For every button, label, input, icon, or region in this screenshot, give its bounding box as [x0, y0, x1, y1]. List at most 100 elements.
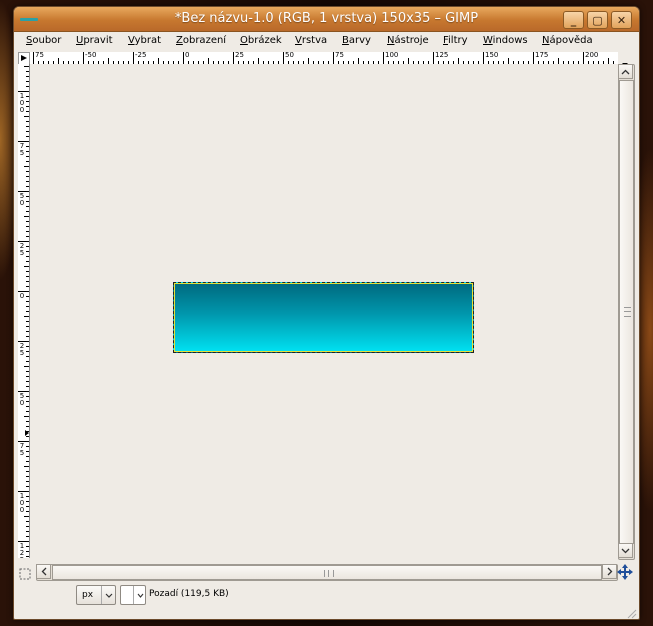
- vertical-ruler[interactable]: 100 75 50 25 0 25 50 75 100 125: [18, 64, 30, 558]
- ruler-minor-tick: [26, 201, 29, 202]
- ruler-label: 25: [19, 242, 25, 257]
- vertical-scroll-thumb[interactable]: [619, 80, 634, 544]
- menu-upravit[interactable]: Upravit: [76, 35, 113, 46]
- ruler-minor-tick: [24, 316, 29, 317]
- ruler-label: 0: [185, 52, 190, 59]
- ruler-minor-tick: [26, 406, 29, 407]
- resize-grip-icon[interactable]: [625, 604, 637, 619]
- layer-status-label: Pozadí (119,5 KB): [149, 589, 229, 599]
- unit-selector[interactable]: px: [76, 585, 116, 605]
- ruler-minor-tick: [26, 96, 29, 97]
- menu-soubor[interactable]: Soubor: [26, 35, 61, 46]
- horizontal-scrollbar[interactable]: [36, 564, 618, 581]
- ruler-minor-tick: [26, 286, 29, 287]
- ruler-minor-tick: [26, 271, 29, 272]
- ruler-label: 125: [435, 52, 449, 59]
- ruler-minor-tick: [26, 176, 29, 177]
- ruler-label: 25: [235, 52, 244, 59]
- ruler-minor-tick: [26, 351, 29, 352]
- ruler-minor-tick: [26, 411, 29, 412]
- ruler-minor-tick: [26, 476, 29, 477]
- ruler-major-tick: [333, 52, 334, 64]
- ruler-minor-tick: [26, 461, 29, 462]
- menu-vrstva[interactable]: Vrstva: [295, 35, 327, 46]
- vertical-grip: [624, 307, 631, 317]
- ruler-label: 75: [19, 442, 25, 457]
- scroll-up-button[interactable]: [618, 64, 633, 79]
- ruler-label: 50: [19, 392, 25, 407]
- ruler-label: 175: [535, 52, 549, 59]
- scroll-down-button[interactable]: [618, 543, 633, 558]
- menu-zobrazeni[interactable]: Zobrazení: [176, 35, 226, 46]
- close-icon: ✕: [616, 13, 627, 27]
- quick-mask-button[interactable]: [19, 565, 31, 580]
- ruler-minor-tick: [26, 331, 29, 332]
- ruler-minor-tick: [26, 136, 29, 137]
- ruler-minor-tick: [26, 346, 29, 347]
- close-button[interactable]: ✕: [611, 11, 632, 29]
- ruler-minor-tick: [26, 231, 29, 232]
- ruler-minor-tick: [24, 216, 29, 217]
- gimp-image-window: *Bez názvu-1.0 (RGB, 1 vrstva) 150x35 – …: [13, 6, 640, 620]
- ruler-minor-tick: [26, 76, 29, 77]
- ruler-minor-tick: [24, 66, 29, 67]
- menu-bar: Soubor Upravit Vybrat Zobrazení Obrázek …: [14, 32, 639, 51]
- navigate-button[interactable]: [617, 564, 633, 580]
- maximize-button[interactable]: ▢: [587, 11, 608, 29]
- ruler-major-tick: [583, 52, 584, 64]
- menu-vybrat[interactable]: Vybrat: [128, 35, 161, 46]
- ruler-label: 125: [19, 542, 25, 559]
- menu-napoveda[interactable]: Nápověda: [542, 35, 593, 46]
- ruler-minor-tick: [26, 281, 29, 282]
- scroll-left-button[interactable]: [36, 564, 51, 579]
- vertical-scrollbar[interactable]: [618, 64, 635, 560]
- ruler-minor-tick: [24, 516, 29, 517]
- navigate-icon: [617, 564, 633, 580]
- ruler-minor-tick: [26, 386, 29, 387]
- ruler-minor-tick: [26, 81, 29, 82]
- ruler-minor-tick: [26, 251, 29, 252]
- image-content[interactable]: [173, 282, 474, 353]
- menu-windows[interactable]: Windows: [483, 35, 528, 46]
- chevron-down-icon: [133, 586, 146, 604]
- ruler-minor-tick: [26, 246, 29, 247]
- scroll-right-button[interactable]: [602, 564, 617, 579]
- ruler-minor-tick: [26, 361, 29, 362]
- menu-filtry[interactable]: Filtry: [443, 35, 468, 46]
- ruler-minor-tick: [26, 146, 29, 147]
- ruler-minor-tick: [26, 396, 29, 397]
- ruler-minor-tick: [26, 261, 29, 262]
- zoom-selector[interactable]: [120, 585, 146, 605]
- ruler-minor-tick: [26, 551, 29, 552]
- minimize-button[interactable]: _: [563, 11, 584, 29]
- ruler-minor-tick: [26, 101, 29, 102]
- ruler-minor-tick: [26, 436, 29, 437]
- ruler-label: -25: [135, 52, 147, 59]
- ruler-label: 150: [485, 52, 499, 59]
- ruler-major-tick: [83, 52, 84, 64]
- ruler-minor-tick: [26, 236, 29, 237]
- menu-barvy[interactable]: Barvy: [342, 35, 371, 46]
- title-bar[interactable]: *Bez názvu-1.0 (RGB, 1 vrstva) 150x35 – …: [14, 7, 639, 32]
- ruler-minor-tick: [24, 366, 29, 367]
- ruler-minor-tick: [26, 296, 29, 297]
- ruler-minor-tick: [26, 206, 29, 207]
- ruler-minor-tick: [26, 511, 29, 512]
- horizontal-scroll-thumb[interactable]: [52, 565, 602, 580]
- window-title: *Bez názvu-1.0 (RGB, 1 vrstva) 150x35 – …: [174, 11, 479, 26]
- ruler-major-tick: [433, 52, 434, 64]
- ruler-minor-tick: [26, 86, 29, 87]
- ruler-minor-tick: [26, 151, 29, 152]
- menu-nastroje[interactable]: Nástroje: [387, 35, 429, 46]
- ruler-label: 100: [385, 52, 399, 59]
- ruler-minor-tick: [26, 506, 29, 507]
- menu-obrazek[interactable]: Obrázek: [240, 35, 282, 46]
- minimize-icon: _: [570, 13, 577, 27]
- ruler-minor-tick: [26, 196, 29, 197]
- ruler-minor-tick: [26, 226, 29, 227]
- image-canvas[interactable]: [30, 64, 618, 558]
- ruler-minor-tick: [26, 356, 29, 357]
- ruler-label: 0: [19, 292, 25, 300]
- ruler-minor-tick: [26, 71, 29, 72]
- ruler-minor-tick: [26, 156, 29, 157]
